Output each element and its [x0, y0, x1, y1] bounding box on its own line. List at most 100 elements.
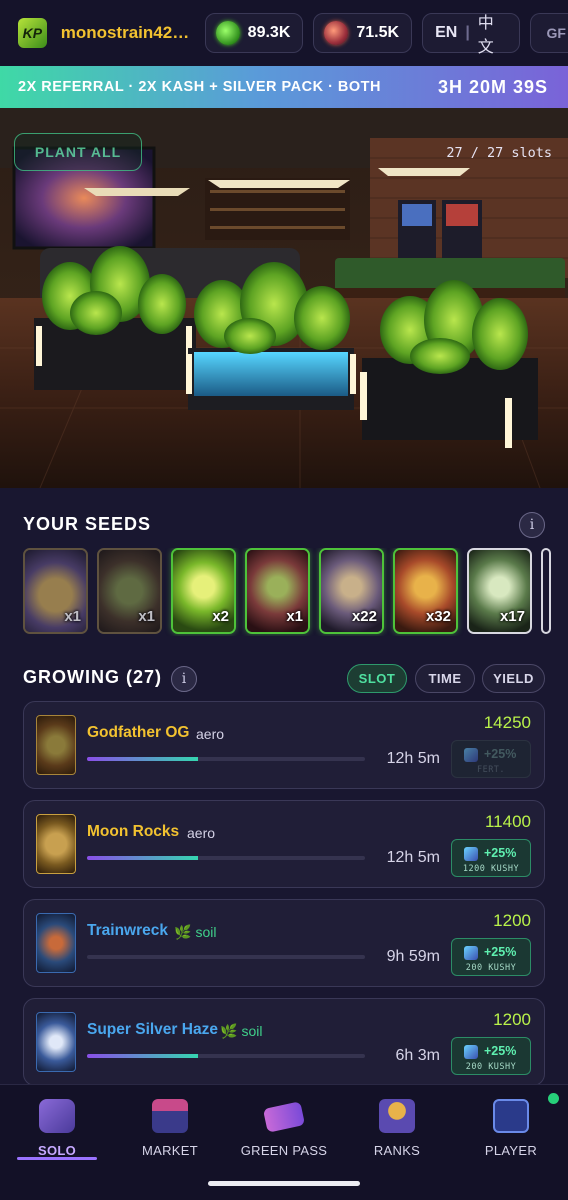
time-remaining: 12h 5m: [386, 750, 440, 767]
grow-type-label: soil: [195, 924, 217, 940]
plant-all-button[interactable]: PLANT ALL: [14, 133, 142, 171]
seed-quantity: x17: [499, 608, 525, 625]
grow-room-scene[interactable]: PLANT ALL 27 / 27 slots: [0, 108, 568, 488]
boost-percent: +25%: [484, 1044, 517, 1058]
boost-percent: +25%: [484, 945, 517, 959]
growing-plant-card[interactable]: Godfather OG aero 12h 5m 14250 +25% FERT…: [23, 701, 545, 789]
language-switcher[interactable]: EN | 中文: [422, 13, 520, 56]
strain-name: Moon Rocks: [87, 823, 180, 840]
seed-card[interactable]: x17: [467, 548, 532, 634]
leaf-icon: 🌿: [220, 1023, 238, 1039]
lang-en[interactable]: EN: [435, 24, 457, 42]
market-stall-icon: [152, 1099, 188, 1133]
home-indicator[interactable]: [208, 1181, 360, 1186]
boost-button[interactable]: +25% 1200 KUSHY: [451, 839, 531, 877]
growing-info-button[interactable]: i: [171, 666, 197, 692]
seed-quantity: x22: [351, 608, 377, 625]
nav-label: SOLO: [37, 1143, 77, 1158]
seed-card[interactable]: x1: [245, 548, 310, 634]
nav-solo[interactable]: SOLO: [0, 1099, 114, 1158]
seeds-title: YOUR SEEDS: [23, 514, 152, 534]
fertilizer-icon: [464, 1045, 478, 1059]
nav-active-indicator: [17, 1157, 97, 1160]
boost-percent: +25%: [484, 747, 517, 761]
boost-percent: +25%: [484, 846, 517, 860]
nav-ranks[interactable]: RANKS: [340, 1099, 454, 1158]
boost-cost: 200 KUSHY: [465, 1062, 517, 1072]
promo-timer: 3H 20M 39S: [437, 76, 548, 97]
grow-type: aero: [196, 726, 225, 742]
leaf-icon: 🌿: [174, 924, 192, 940]
green-currency-pill[interactable]: 89.3K: [204, 13, 304, 53]
growing-plant-card[interactable]: Super Silver Haze 🌿 soil 6h 3m 1200 +25% …: [23, 998, 545, 1086]
growing-title: GROWING (27): [23, 667, 163, 687]
seeds-info-button[interactable]: i: [519, 512, 545, 538]
seed-card[interactable]: x32: [393, 548, 458, 634]
app-logo: KP: [18, 18, 47, 48]
time-remaining: 6h 3m: [395, 1047, 440, 1064]
nav-green-pass[interactable]: GREEN PASS: [227, 1099, 341, 1158]
seed-quantity: x1: [64, 608, 81, 625]
yield-value: 11400: [484, 812, 531, 831]
slots-counter: 27 / 27 slots: [446, 145, 552, 161]
yield-value: 14250: [483, 713, 531, 732]
seed-card-partial[interactable]: [541, 548, 551, 634]
boost-button[interactable]: +25% 200 KUSHY: [451, 938, 531, 976]
growth-progress-bar: [87, 955, 365, 959]
seed-list: x1 x1 x2 x1 x22 x32 x17: [23, 548, 568, 636]
growing-plant-card[interactable]: Moon Rocks aero 12h 5m 11400 +25% 1200 K…: [23, 800, 545, 888]
boost-cost: 1200 KUSHY: [462, 864, 520, 874]
grow-type: aero: [187, 825, 216, 841]
sort-slot-button[interactable]: SLOT: [347, 664, 407, 693]
seed-card[interactable]: x1: [97, 548, 162, 634]
time-remaining: 12h 5m: [386, 849, 440, 866]
notification-dot: [548, 1093, 559, 1104]
growth-progress-fill: [87, 856, 199, 860]
player-icon: [493, 1099, 529, 1133]
strain-name: Trainwreck: [87, 922, 168, 939]
yield-value: 1200: [493, 911, 531, 930]
seed-quantity: x2: [212, 608, 229, 625]
app-root: KP monostrain420.s... 89.3K 71.5K EN | 中…: [0, 0, 568, 1200]
red-currency-value: 71.5K: [356, 24, 400, 41]
promo-banner[interactable]: 2X REFERRAL · 2X KASH + SILVER PACK · BO…: [0, 66, 568, 108]
growth-progress-fill: [87, 757, 199, 761]
strain-thumbnail: [36, 814, 76, 874]
red-coin-icon: [324, 21, 349, 45]
red-currency-pill[interactable]: 71.5K: [313, 13, 413, 53]
nav-label: GREEN PASS: [240, 1143, 328, 1158]
nav-player[interactable]: PLAYER: [454, 1099, 568, 1158]
promo-text: 2X REFERRAL · 2X KASH + SILVER PACK · BO…: [18, 79, 382, 95]
trophy-icon: [379, 1099, 415, 1133]
seed-card[interactable]: x22: [319, 548, 384, 634]
sort-time-button[interactable]: TIME: [415, 664, 475, 693]
sort-yield-button[interactable]: YIELD: [482, 664, 545, 693]
strain-thumbnail: [36, 913, 76, 973]
growth-progress-bar: [87, 757, 365, 761]
more-button[interactable]: GF: [529, 13, 568, 53]
strain-name: Godfather OG: [87, 724, 190, 741]
lang-zh[interactable]: 中文: [478, 9, 507, 57]
username[interactable]: monostrain420.s...: [61, 23, 195, 43]
strain-thumbnail: [36, 715, 76, 775]
lang-separator: |: [465, 24, 470, 41]
strain-name: Super Silver Haze: [87, 1021, 218, 1038]
nav-market[interactable]: MARKET: [113, 1099, 227, 1158]
fertilizer-icon: [464, 847, 478, 861]
nav-label: PLAYER: [484, 1143, 538, 1158]
seedling-box-icon: [39, 1099, 75, 1133]
seed-card[interactable]: x1: [23, 548, 88, 634]
boost-cost: FERT.: [476, 765, 506, 775]
yield-value: 1200: [493, 1010, 531, 1029]
top-bar: KP monostrain420.s... 89.3K 71.5K EN | 中…: [0, 0, 568, 66]
nav-label: RANKS: [373, 1143, 421, 1158]
growth-progress-bar: [87, 1054, 365, 1058]
green-coin-icon: [215, 21, 240, 45]
boost-button[interactable]: +25% FERT.: [451, 740, 531, 778]
growth-progress-bar: [87, 856, 365, 860]
strain-thumbnail: [36, 1012, 76, 1072]
boost-button[interactable]: +25% 200 KUSHY: [451, 1037, 531, 1075]
seed-card[interactable]: x2: [171, 548, 236, 634]
growing-plant-card[interactable]: Trainwreck 🌿 soil 9h 59m 1200 +25% 200 KU…: [23, 899, 545, 987]
seed-quantity: x32: [425, 608, 451, 625]
